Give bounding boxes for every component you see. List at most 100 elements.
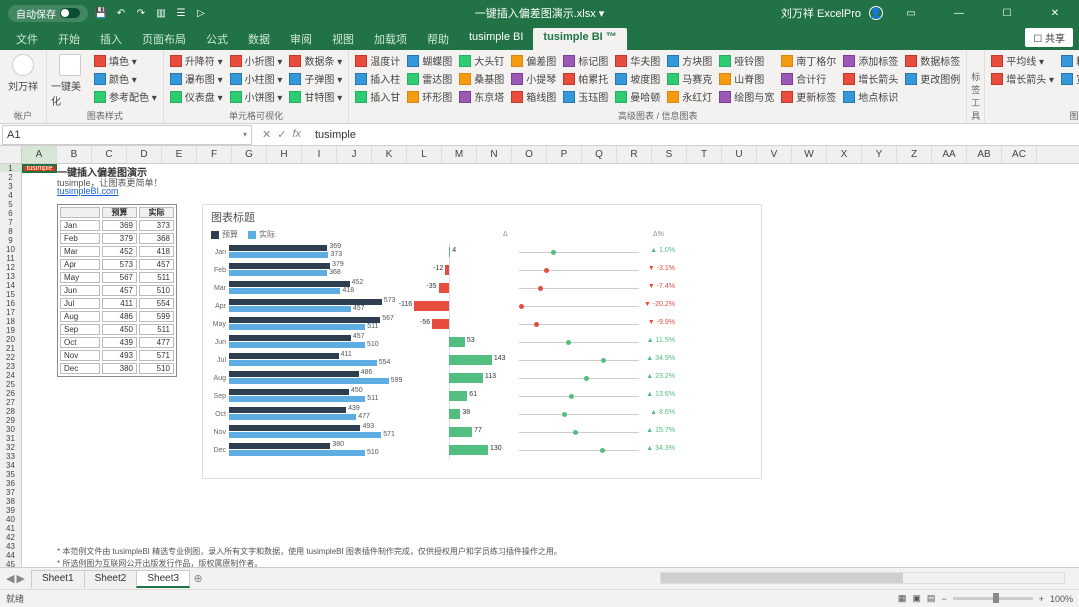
formula-input[interactable]: tusimple	[309, 129, 1079, 141]
col-W[interactable]: W	[792, 146, 827, 163]
tab-视图[interactable]: 视图	[322, 28, 364, 50]
col-T[interactable]: T	[687, 146, 722, 163]
h-scrollbar[interactable]	[660, 572, 1065, 584]
chart[interactable]: 图表标题 预算 实际 Δ Δ% Jan3693734▲ 1.0%Feb37936…	[202, 204, 762, 479]
row-6[interactable]: 6	[0, 209, 21, 218]
row-25[interactable]: 25	[0, 380, 21, 389]
row-9[interactable]: 9	[0, 236, 21, 245]
row-15[interactable]: 15	[0, 290, 21, 299]
row-14[interactable]: 14	[0, 281, 21, 290]
view-normal-icon[interactable]: ▦	[898, 593, 907, 604]
cmd-更新标签[interactable]: 更新标签	[779, 88, 838, 105]
row-44[interactable]: 44	[0, 551, 21, 560]
cmd-增长箭头[interactable]: 增长箭头	[841, 70, 900, 87]
cmd-添加标签[interactable]: 添加标签	[841, 52, 900, 69]
zoom-slider[interactable]	[953, 597, 1033, 600]
cmd-小柱图[interactable]: 小柱图 ▾	[228, 70, 285, 87]
cmd-仪表盘[interactable]: 仪表盘 ▾	[168, 88, 225, 105]
col-S[interactable]: S	[652, 146, 687, 163]
zoom-level[interactable]: 100%	[1050, 594, 1073, 604]
cmd-数据标签[interactable]: 数据标签	[903, 52, 962, 69]
col-V[interactable]: V	[757, 146, 792, 163]
website-link[interactable]: tusimpleBI.com	[57, 186, 119, 196]
cmd-粗体字[interactable]: 粗体字 ▾	[1059, 52, 1079, 69]
col-D[interactable]: D	[127, 146, 162, 163]
cmd-增长箭头[interactable]: 增长箭头 ▾	[989, 70, 1056, 87]
row-1[interactable]: 1	[0, 164, 21, 173]
cmd-填色[interactable]: 填色 ▾	[92, 52, 159, 69]
close-button[interactable]: ✕	[1035, 0, 1075, 26]
cmd-子弹图[interactable]: 子弹图 ▾	[287, 70, 344, 87]
cmd-插入柱[interactable]: 插入柱	[353, 70, 402, 87]
cmd-哑铃图[interactable]: 哑铃图	[717, 52, 776, 69]
cmd-蝴蝶图[interactable]: 蝴蝶图	[405, 52, 454, 69]
worksheet-grid[interactable]: ABCDEFGHIJKLMNOPQRSTUVWXYZAAABAC 1234567…	[0, 146, 1079, 567]
sheet-next-icon[interactable]: ▶	[16, 572, 24, 585]
user-avatar-icon[interactable]: 👤	[869, 6, 883, 20]
cmd-宽度条[interactable]: 宽度条 ▾	[1059, 70, 1079, 87]
cmd-升降符[interactable]: 升降符 ▾	[168, 52, 225, 69]
cmd-大头钉[interactable]: 大头钉	[457, 52, 506, 69]
sheet-tab-Sheet3[interactable]: Sheet3	[136, 570, 190, 588]
user-name[interactable]: 刘万祥 ExcelPro	[781, 5, 861, 21]
undo-icon[interactable]: ↶	[114, 6, 128, 20]
row-28[interactable]: 28	[0, 407, 21, 416]
col-Z[interactable]: Z	[897, 146, 932, 163]
cmd-小折图[interactable]: 小折图 ▾	[228, 52, 285, 69]
cmd-坡度图[interactable]: 坡度图	[613, 70, 662, 87]
file-name[interactable]: 一键插入偏差图演示.xlsx ▾	[475, 5, 605, 21]
col-Y[interactable]: Y	[862, 146, 897, 163]
row-19[interactable]: 19	[0, 326, 21, 335]
col-F[interactable]: F	[197, 146, 232, 163]
row-45[interactable]: 45	[0, 560, 21, 567]
row-5[interactable]: 5	[0, 200, 21, 209]
col-M[interactable]: M	[442, 146, 477, 163]
row-18[interactable]: 18	[0, 317, 21, 326]
col-P[interactable]: P	[547, 146, 582, 163]
row-34[interactable]: 34	[0, 461, 21, 470]
cmd-颜色[interactable]: 颜色 ▾	[92, 70, 159, 87]
cmd-山脊图[interactable]: 山脊图	[717, 70, 776, 87]
maximize-button[interactable]: ☐	[987, 0, 1027, 26]
col-Q[interactable]: Q	[582, 146, 617, 163]
cmd-马赛克[interactable]: 马赛克	[665, 70, 714, 87]
cmd-曼哈顿[interactable]: 曼哈顿	[613, 88, 662, 105]
column-headers[interactable]: ABCDEFGHIJKLMNOPQRSTUVWXYZAAABAC	[22, 146, 1079, 164]
cmd-方块图[interactable]: 方块图	[665, 52, 714, 69]
tab-加载项[interactable]: 加载项	[364, 28, 417, 50]
sheet-prev-icon[interactable]: ◀	[6, 572, 14, 585]
row-3[interactable]: 3	[0, 182, 21, 191]
col-J[interactable]: J	[337, 146, 372, 163]
zoom-out-icon[interactable]: −	[941, 594, 946, 604]
touch-icon[interactable]: ☰	[174, 6, 188, 20]
cmd-平均线[interactable]: 平均线 ▾	[989, 52, 1056, 69]
col-L[interactable]: L	[407, 146, 442, 163]
row-35[interactable]: 35	[0, 470, 21, 479]
row-41[interactable]: 41	[0, 524, 21, 533]
sheet-tab-Sheet2[interactable]: Sheet2	[84, 570, 138, 588]
cmd-合计行[interactable]: 合计行	[779, 70, 838, 87]
fx-icon[interactable]: fx	[292, 128, 301, 141]
col-B[interactable]: B	[57, 146, 92, 163]
save-icon[interactable]: 💾	[94, 6, 108, 20]
autosave-toggle[interactable]: 自动保存	[8, 5, 88, 22]
tab-文件[interactable]: 文件	[6, 28, 48, 50]
tab-页面布局[interactable]: 页面布局	[132, 28, 196, 50]
col-E[interactable]: E	[162, 146, 197, 163]
row-7[interactable]: 7	[0, 218, 21, 227]
row-16[interactable]: 16	[0, 299, 21, 308]
col-X[interactable]: X	[827, 146, 862, 163]
redo-icon[interactable]: ↷	[134, 6, 148, 20]
tab-公式[interactable]: 公式	[196, 28, 238, 50]
row-11[interactable]: 11	[0, 254, 21, 263]
col-C[interactable]: C	[92, 146, 127, 163]
cmd-参考配色[interactable]: 参考配色 ▾	[92, 88, 159, 105]
col-A[interactable]: A	[22, 146, 57, 163]
cmd-甘特图[interactable]: 甘特图 ▾	[287, 88, 344, 105]
row-24[interactable]: 24	[0, 371, 21, 380]
row-26[interactable]: 26	[0, 389, 21, 398]
col-AA[interactable]: AA	[932, 146, 967, 163]
add-sheet-button[interactable]: ⊕	[189, 572, 207, 585]
cmd-更改图例[interactable]: 更改图例	[903, 70, 962, 87]
cmd-桑基图[interactable]: 桑基图	[457, 70, 506, 87]
